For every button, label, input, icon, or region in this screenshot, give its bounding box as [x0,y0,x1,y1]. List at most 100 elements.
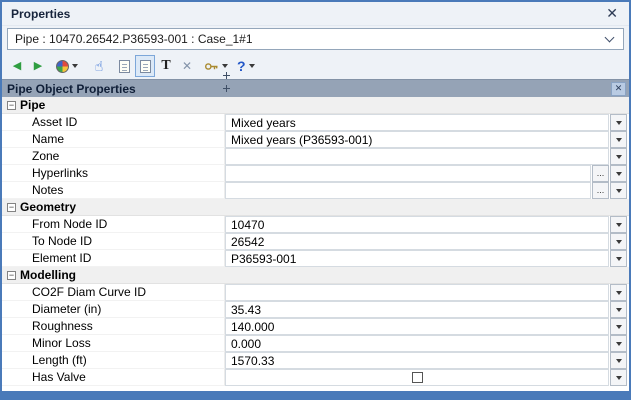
dropdown-button[interactable] [610,284,627,301]
ellipsis-icon: ... [596,168,605,178]
toolbar: ◀ ▶ ☝ T ✕ ? [2,53,629,79]
hyperlinks-field[interactable] [225,165,591,182]
property-row-to-node-id: To Node ID 26542 [2,233,629,250]
group-label: Geometry [20,200,77,214]
question-mark-icon: ? [237,58,246,74]
document-icon [118,59,130,73]
dropdown-button[interactable] [610,233,627,250]
group-header-modelling[interactable]: − Modelling [2,267,629,284]
ellipsis-icon: ... [596,185,605,195]
dropdown-button[interactable] [610,369,627,386]
dropdown-button[interactable] [610,131,627,148]
property-label: Notes [2,182,225,199]
chevron-down-icon [604,32,615,42]
caret-down-icon [615,120,622,125]
property-label: Zone [2,148,225,165]
field-value: 10470 [231,217,265,232]
panel-title: Pipe Object Properties [7,81,136,96]
minor-loss-field[interactable]: 0.000 [225,335,609,352]
dropdown-button[interactable] [610,148,627,165]
splitter-handle-icon[interactable] [223,72,230,79]
group-header-pipe[interactable]: − Pipe [2,97,629,114]
text-button[interactable]: T [156,55,176,77]
field-value: P36593-001 [231,251,297,266]
property-label: To Node ID [2,233,225,250]
property-label: Diameter (in) [2,301,225,318]
dropdown-button[interactable] [610,165,627,182]
caret-down-icon [222,64,228,68]
collapse-icon[interactable]: − [7,100,16,110]
asset-id-field[interactable]: Mixed years [225,114,609,131]
has-valve-checkbox[interactable] [411,372,423,383]
close-icon[interactable]: ✕ [604,5,620,22]
property-row-has-valve: Has Valve [2,369,629,386]
field-value: 26542 [231,234,265,249]
property-label: Length (ft) [2,352,225,369]
color-wheel-button[interactable] [54,55,80,77]
property-grid: − Pipe Asset ID Mixed years Name Mixed y… [2,97,629,391]
property-row-asset-id: Asset ID Mixed years [2,114,629,131]
panel-close-button[interactable]: ✕ [611,81,626,96]
field-value: 35.43 [231,302,262,317]
dropdown-button[interactable] [610,335,627,352]
delete-button[interactable]: ✕ [177,55,197,77]
splitter-handle-icon[interactable] [223,85,230,92]
caret-down-icon [615,307,622,312]
ellipsis-button[interactable]: ... [592,182,609,199]
dropdown-button[interactable] [610,301,627,318]
property-row-from-node-id: From Node ID 10470 [2,216,629,233]
property-row-roughness: Roughness 140.000 [2,318,629,335]
caret-down-icon [615,375,622,380]
zone-field[interactable] [225,148,609,165]
property-row-diameter: Diameter (in) 35.43 [2,301,629,318]
notes-field[interactable] [225,182,591,199]
roughness-field[interactable]: 140.000 [225,318,609,335]
property-label: From Node ID [2,216,225,233]
help-button[interactable]: ? [235,55,257,77]
properties-window: Properties ✕ Pipe : 10470.26542.P36593-0… [0,0,631,400]
field-value: Mixed years (P36593-001) [231,132,373,147]
select-hand-button[interactable]: ☝ [89,55,109,77]
forward-button[interactable]: ▶ [28,55,48,77]
caret-down-icon [248,64,255,68]
to-node-id-field[interactable]: 26542 [225,233,609,250]
window-title: Properties [11,6,71,21]
from-node-id-field[interactable]: 10470 [225,216,609,233]
collapse-icon[interactable]: − [7,202,16,212]
property-row-element-id: Element ID P36593-001 [2,250,629,267]
property-label: Minor Loss [2,335,225,352]
dropdown-button[interactable] [610,352,627,369]
document-icon [139,59,151,73]
caret-down-icon [615,222,622,227]
has-valve-field [225,369,609,386]
report-button[interactable] [114,55,134,77]
co2f-diam-curve-id-field[interactable] [225,284,609,301]
title-bar: Properties ✕ [2,2,629,26]
field-value: 1570.33 [231,353,275,368]
caret-down-icon [615,341,622,346]
dropdown-button[interactable] [610,216,627,233]
property-label: Element ID [2,250,225,267]
dropdown-button[interactable] [610,250,627,267]
property-label: Name [2,131,225,148]
back-button[interactable]: ◀ [7,55,27,77]
dropdown-button[interactable] [610,182,627,199]
dropdown-button[interactable] [610,114,627,131]
collapse-icon[interactable]: − [7,270,16,280]
name-field[interactable]: Mixed years (P36593-001) [225,131,609,148]
caret-down-icon [615,188,622,193]
length-field[interactable]: 1570.33 [225,352,609,369]
element-id-field[interactable]: P36593-001 [225,250,609,267]
diameter-field[interactable]: 35.43 [225,301,609,318]
property-label: Asset ID [2,114,225,131]
property-label: Hyperlinks [2,165,225,182]
x-icon: ✕ [181,59,193,73]
ellipsis-button[interactable]: ... [592,165,609,182]
caret-down-icon [615,154,622,159]
property-row-hyperlinks: Hyperlinks ... [2,165,629,182]
window-bottom-border [2,391,629,398]
group-header-geometry[interactable]: − Geometry [2,199,629,216]
form-button[interactable] [135,55,155,77]
dropdown-button[interactable] [610,318,627,335]
element-selector-combobox[interactable]: Pipe : 10470.26542.P36593-001 : Case_1#1 [7,28,624,50]
